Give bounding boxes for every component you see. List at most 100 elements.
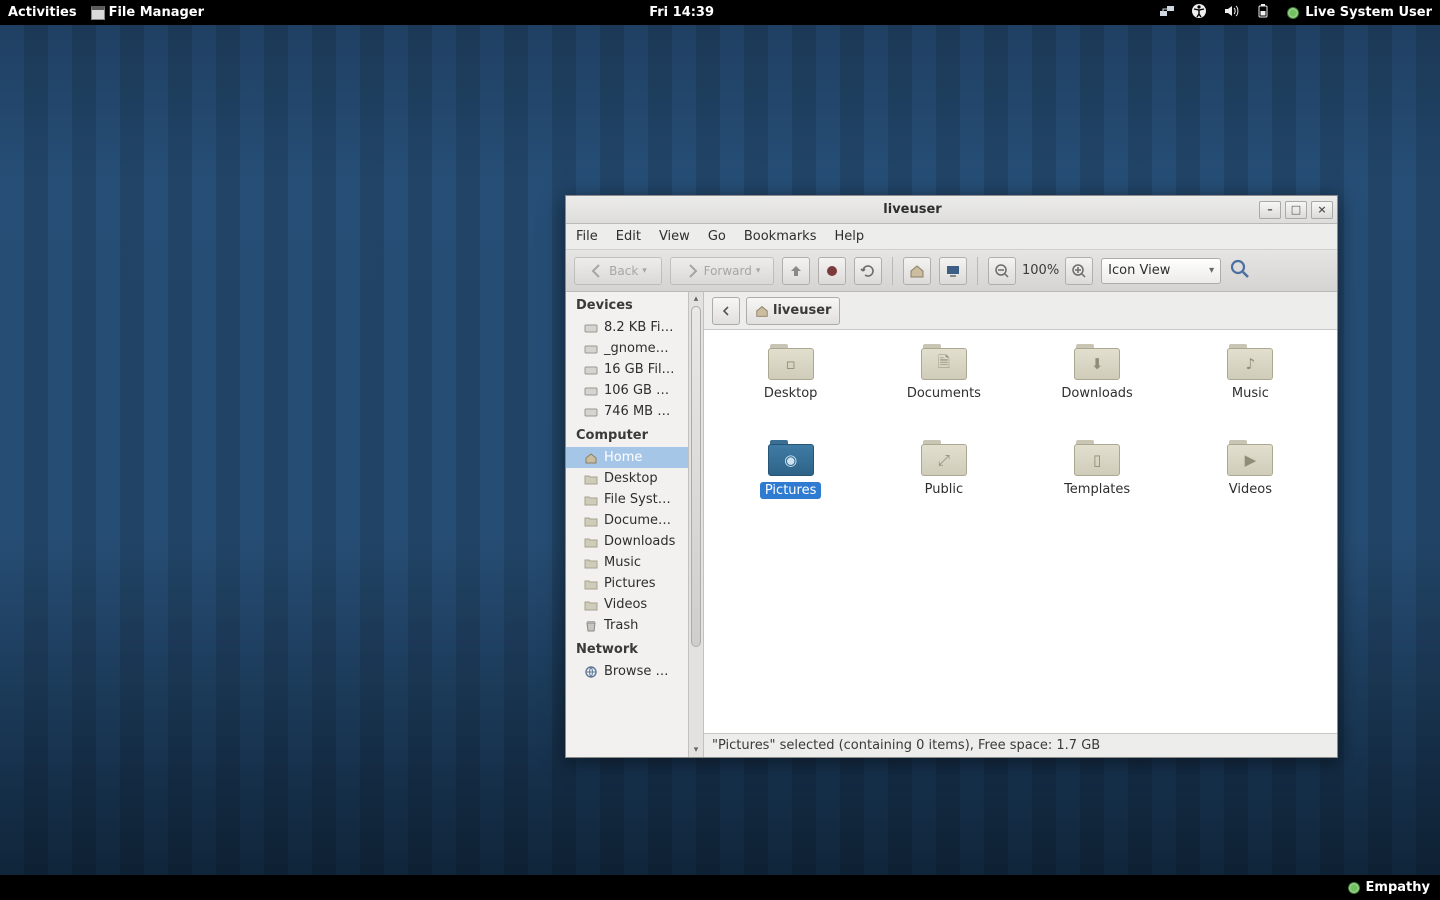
back-button[interactable]: Back ▾: [574, 257, 662, 285]
folder-icon: ▶: [1227, 440, 1273, 476]
scroll-up-icon: ▴: [689, 292, 703, 306]
presence-available-icon: [1287, 7, 1299, 19]
stop-button[interactable]: [818, 257, 846, 285]
folder-icon: ▫: [768, 344, 814, 380]
folder-music[interactable]: ♪ Music: [1227, 344, 1273, 436]
scrollbar-thumb[interactable]: [691, 306, 701, 647]
home-icon: [909, 263, 925, 279]
sidebar-item-pictures[interactable]: Pictures: [566, 573, 688, 594]
folder-icon: ⬇: [1074, 344, 1120, 380]
chevron-left-icon: [721, 306, 731, 316]
close-button[interactable]: ×: [1311, 201, 1333, 219]
sidebar-item-videos[interactable]: Videos: [566, 594, 688, 615]
volume-icon[interactable]: [1223, 3, 1239, 23]
folder-label: Pictures: [760, 482, 821, 499]
stop-icon: [824, 263, 840, 279]
zoom-out-button[interactable]: [988, 257, 1016, 285]
sidebar-item-downloads[interactable]: Downloads: [566, 531, 688, 552]
folder-templates[interactable]: ▯ Templates: [1064, 440, 1130, 532]
computer-button[interactable]: [939, 257, 967, 285]
menu-edit[interactable]: Edit: [616, 229, 641, 244]
pathbar: liveuser: [704, 292, 1337, 330]
presence-available-icon: [1348, 882, 1360, 894]
sidebar-item-filesyst[interactable]: File Syst…: [566, 489, 688, 510]
folder-pictures[interactable]: ◉Pictures: [760, 440, 821, 532]
sidebar-item-trash[interactable]: Trash: [566, 615, 688, 636]
path-back-button[interactable]: [712, 297, 740, 325]
path-segment-label: liveuser: [773, 303, 831, 318]
sidebar-item-desktop[interactable]: Desktop: [566, 468, 688, 489]
sidebar-item-device[interactable]: 106 GB …: [566, 380, 688, 401]
menu-help[interactable]: Help: [834, 229, 864, 244]
zoom-out-icon: [994, 263, 1010, 279]
clock[interactable]: Fri 14:39: [204, 5, 1159, 20]
icon-view[interactable]: ▫ Desktop 🗎Documents ⬇Downloads ♪ Music ◉Pictu…: [704, 330, 1337, 733]
sidebar-scrollbar[interactable]: ▴ ▾: [688, 292, 703, 757]
user-menu[interactable]: Live System User: [1287, 5, 1432, 20]
sidebar-item-device[interactable]: 746 MB …: [566, 401, 688, 422]
folder-icon: ♪: [1227, 344, 1273, 380]
reload-icon: [860, 263, 876, 279]
folder-downloads[interactable]: ⬇Downloads: [1061, 344, 1132, 436]
sidebar-item-music[interactable]: Music: [566, 552, 688, 573]
home-button[interactable]: [903, 257, 931, 285]
empathy-indicator[interactable]: Empathy: [1366, 880, 1430, 895]
folder-label: Desktop: [764, 386, 818, 401]
folder-videos[interactable]: ▶ Videos: [1227, 440, 1273, 532]
network-icon[interactable]: [1159, 3, 1175, 23]
forward-button[interactable]: Forward ▾: [670, 257, 774, 285]
minimize-button[interactable]: –: [1259, 201, 1281, 219]
sidebar-item-device[interactable]: 16 GB Fil…: [566, 359, 688, 380]
top-panel: Activities File Manager Fri 14:39 Live S…: [0, 0, 1440, 25]
folder-public[interactable]: ⤢Public: [921, 440, 967, 532]
sidebar-item-home[interactable]: Home: [566, 447, 688, 468]
arrow-up-icon: [788, 263, 804, 279]
path-segment-home[interactable]: liveuser: [746, 297, 840, 325]
menu-view[interactable]: View: [659, 229, 690, 244]
active-app-indicator[interactable]: File Manager: [91, 5, 204, 20]
accessibility-icon[interactable]: [1191, 3, 1207, 23]
menubar: File Edit View Go Bookmarks Help: [566, 224, 1337, 250]
folder-documents[interactable]: 🗎Documents: [907, 344, 981, 436]
sidebar-item-device[interactable]: _gnome…: [566, 338, 688, 359]
sidebar-head-devices: Devices: [566, 292, 688, 317]
search-button[interactable]: [1229, 258, 1251, 284]
zoom-in-button[interactable]: [1065, 257, 1093, 285]
statusbar: "Pictures" selected (containing 0 items)…: [704, 733, 1337, 757]
folder-label: Music: [1232, 386, 1269, 401]
home-icon: [755, 304, 769, 318]
titlebar[interactable]: liveuser – □ ×: [566, 196, 1337, 224]
active-app-label: File Manager: [109, 5, 204, 20]
battery-icon[interactable]: [1255, 3, 1271, 23]
folder-label: Videos: [1229, 482, 1272, 497]
toolbar: Back ▾ Forward ▾ 100%: [566, 250, 1337, 292]
arrow-right-icon: [684, 263, 700, 279]
bottom-panel: Empathy: [0, 875, 1440, 900]
sidebar-head-network: Network: [566, 636, 688, 661]
status-text: "Pictures" selected (containing 0 items)…: [712, 738, 1100, 753]
reload-button[interactable]: [854, 257, 882, 285]
activities-button[interactable]: Activities: [8, 5, 77, 20]
sidebar-item-device[interactable]: 8.2 KB Fi…: [566, 317, 688, 338]
computer-icon: [945, 263, 961, 279]
places-sidebar: Devices8.2 KB Fi…_gnome…16 GB Fil…106 GB…: [566, 292, 704, 757]
maximize-button[interactable]: □: [1285, 201, 1307, 219]
folder-desktop[interactable]: ▫ Desktop: [764, 344, 818, 436]
zoom-level: 100%: [1022, 263, 1059, 278]
folder-icon: ▯: [1074, 440, 1120, 476]
menu-go[interactable]: Go: [708, 229, 726, 244]
view-mode-select[interactable]: Icon View ▾: [1101, 258, 1221, 284]
sidebar-item-docume[interactable]: Docume…: [566, 510, 688, 531]
zoom-in-icon: [1071, 263, 1087, 279]
user-label: Live System User: [1305, 5, 1432, 20]
menu-bookmarks[interactable]: Bookmarks: [744, 229, 817, 244]
back-label: Back: [609, 264, 638, 278]
scroll-down-icon: ▾: [689, 743, 703, 757]
up-button[interactable]: [782, 257, 810, 285]
search-icon: [1229, 258, 1251, 280]
sidebar-head-computer: Computer: [566, 422, 688, 447]
sidebar-item-network[interactable]: Browse …: [566, 661, 688, 682]
folder-label: Templates: [1064, 482, 1130, 497]
folder-icon: ⤢: [921, 440, 967, 476]
menu-file[interactable]: File: [576, 229, 598, 244]
